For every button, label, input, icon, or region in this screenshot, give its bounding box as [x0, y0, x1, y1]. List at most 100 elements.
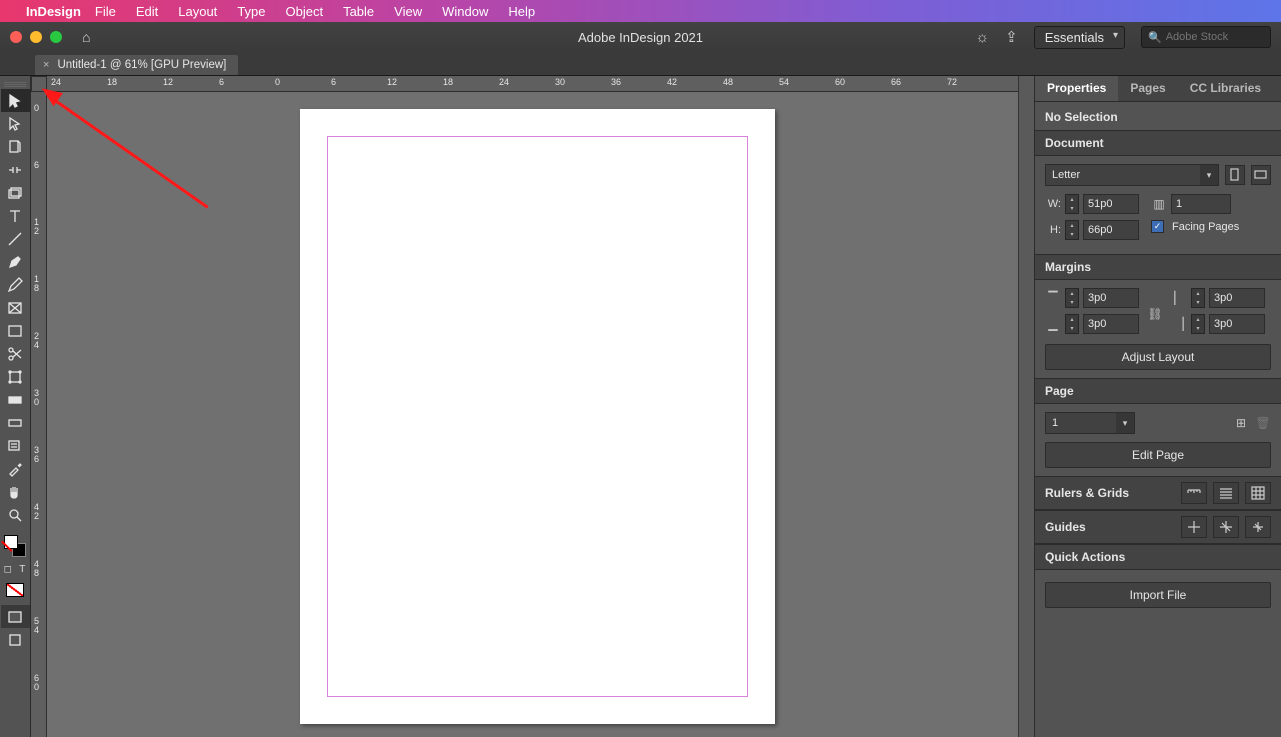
view-mode-preview[interactable] [1, 628, 30, 651]
app-name[interactable]: InDesign [26, 4, 81, 19]
menu-view[interactable]: View [394, 4, 422, 19]
width-field[interactable]: 51p0 [1083, 194, 1139, 214]
margin-right-field[interactable]: 3p0 [1209, 314, 1265, 334]
fill-stroke-swatch[interactable] [1, 532, 30, 560]
margin-left-stepper[interactable]: ▴▾ [1191, 288, 1205, 308]
content-collector-tool[interactable] [1, 181, 30, 204]
lightbulb-icon[interactable]: ☼ [975, 29, 989, 46]
stock-search-input[interactable] [1166, 31, 1264, 43]
page-preset-dropdown[interactable]: Letter▾ [1045, 164, 1219, 186]
gradient-swatch-tool[interactable] [1, 388, 30, 411]
menu-type[interactable]: Type [237, 4, 265, 19]
direct-selection-tool[interactable] [1, 112, 30, 135]
page-spread[interactable] [300, 109, 775, 724]
pencil-tool[interactable] [1, 273, 30, 296]
facing-pages-checkbox[interactable]: ✓ [1151, 220, 1164, 233]
panel-grip-icon[interactable] [4, 81, 26, 87]
smart-guides-icon[interactable] [1213, 516, 1239, 538]
document-tabbar: × Untitled-1 @ 61% [GPU Preview] [0, 52, 1281, 76]
menu-window[interactable]: Window [442, 4, 488, 19]
height-field[interactable]: 66p0 [1083, 220, 1139, 240]
adjust-layout-button[interactable]: Adjust Layout [1045, 344, 1271, 370]
width-stepper[interactable]: ▴▾ [1065, 194, 1079, 214]
document-tab[interactable]: × Untitled-1 @ 61% [GPU Preview] [35, 55, 238, 75]
app-titlebar: ⌂ Adobe InDesign 2021 ☼ ⇪ Essentials 🔍 [0, 22, 1281, 52]
margin-top-stepper[interactable]: ▴▾ [1065, 288, 1079, 308]
section-document-header: Document [1035, 130, 1281, 156]
menu-layout[interactable]: Layout [178, 4, 217, 19]
vertical-ruler[interactable]: 061 21 82 43 03 64 24 85 46 0 [31, 92, 47, 737]
close-tab-icon[interactable]: × [43, 59, 49, 71]
minimize-window-icon[interactable] [30, 31, 42, 43]
document-grid-icon[interactable] [1245, 482, 1271, 504]
import-file-button[interactable]: Import File [1045, 582, 1271, 608]
margin-bottom-field[interactable]: 3p0 [1083, 314, 1139, 334]
tab-properties[interactable]: Properties [1035, 76, 1118, 101]
menu-help[interactable]: Help [508, 4, 535, 19]
gradient-feather-tool[interactable] [1, 411, 30, 434]
margin-top-field[interactable]: 3p0 [1083, 288, 1139, 308]
rulers-title: Rulers & Grids [1045, 486, 1129, 500]
orientation-landscape-icon[interactable] [1251, 165, 1271, 185]
menu-table[interactable]: Table [343, 4, 374, 19]
tab-cc-libraries[interactable]: CC Libraries [1178, 76, 1273, 101]
tab-pages[interactable]: Pages [1118, 76, 1177, 101]
baseline-grid-icon[interactable] [1213, 482, 1239, 504]
formatting-text-icon[interactable]: T [15, 560, 30, 578]
orientation-portrait-icon[interactable] [1225, 165, 1245, 185]
margin-left-field[interactable]: 3p0 [1209, 288, 1265, 308]
pages-field[interactable]: 1 [1171, 194, 1231, 214]
view-mode-normal[interactable] [1, 605, 30, 628]
margin-right-stepper[interactable]: ▴▾ [1191, 314, 1205, 334]
snap-guides-icon[interactable] [1181, 516, 1207, 538]
delete-page-icon[interactable]: 🗑 [1255, 415, 1271, 431]
menu-file[interactable]: File [95, 4, 116, 19]
section-page-header: Page [1035, 378, 1281, 404]
section-margins-header: Margins [1035, 254, 1281, 280]
height-stepper[interactable]: ▴▾ [1065, 220, 1079, 240]
menu-object[interactable]: Object [286, 4, 324, 19]
menu-edit[interactable]: Edit [136, 4, 158, 19]
rulers-toggle-icon[interactable] [1181, 482, 1207, 504]
add-page-icon[interactable]: ⊞ [1233, 415, 1249, 431]
document-canvas[interactable] [47, 92, 1034, 737]
margin-guides [327, 136, 748, 697]
search-icon: 🔍 [1148, 31, 1162, 44]
close-window-icon[interactable] [10, 31, 22, 43]
scissors-tool[interactable] [1, 342, 30, 365]
page-tool[interactable] [1, 135, 30, 158]
guides-title: Guides [1045, 520, 1086, 534]
selection-tool[interactable] [1, 89, 30, 112]
zoom-tool[interactable] [1, 503, 30, 526]
pen-tool[interactable] [1, 250, 30, 273]
eyedropper-tool[interactable] [1, 457, 30, 480]
vertical-scrollbar[interactable] [1018, 76, 1034, 737]
page-number-dropdown[interactable]: 1▾ [1045, 412, 1135, 434]
apply-none-swatch[interactable] [1, 578, 30, 601]
share-icon[interactable]: ⇪ [1005, 28, 1018, 46]
pages-count-icon: ▥ [1151, 196, 1167, 212]
margin-left-icon: ▏ [1171, 290, 1187, 306]
hand-tool[interactable] [1, 480, 30, 503]
rectangle-frame-tool[interactable] [1, 296, 30, 319]
properties-panel: Properties Pages CC Libraries No Selecti… [1034, 76, 1281, 737]
home-icon[interactable]: ⌂ [82, 29, 90, 45]
line-tool[interactable] [1, 227, 30, 250]
rectangle-tool[interactable] [1, 319, 30, 342]
adobe-stock-search[interactable]: 🔍 [1141, 26, 1271, 48]
note-tool[interactable] [1, 434, 30, 457]
tools-panel: ◻ T [0, 76, 31, 737]
zoom-window-icon[interactable] [50, 31, 62, 43]
gap-tool[interactable] [1, 158, 30, 181]
margin-bottom-stepper[interactable]: ▴▾ [1065, 314, 1079, 334]
formatting-container-icon[interactable]: ◻ [1, 560, 16, 578]
panel-tabs: Properties Pages CC Libraries [1035, 76, 1281, 102]
guide-options-icon[interactable] [1245, 516, 1271, 538]
free-transform-tool[interactable] [1, 365, 30, 388]
type-tool[interactable] [1, 204, 30, 227]
link-margins-icon[interactable]: ⛓ [1147, 306, 1163, 322]
workspace-selector[interactable]: Essentials [1034, 26, 1125, 49]
edit-page-button[interactable]: Edit Page [1045, 442, 1271, 468]
window-title: Adobe InDesign 2021 [578, 30, 703, 45]
horizontal-ruler[interactable]: 2418126061218243036424854606672 [31, 76, 1034, 92]
